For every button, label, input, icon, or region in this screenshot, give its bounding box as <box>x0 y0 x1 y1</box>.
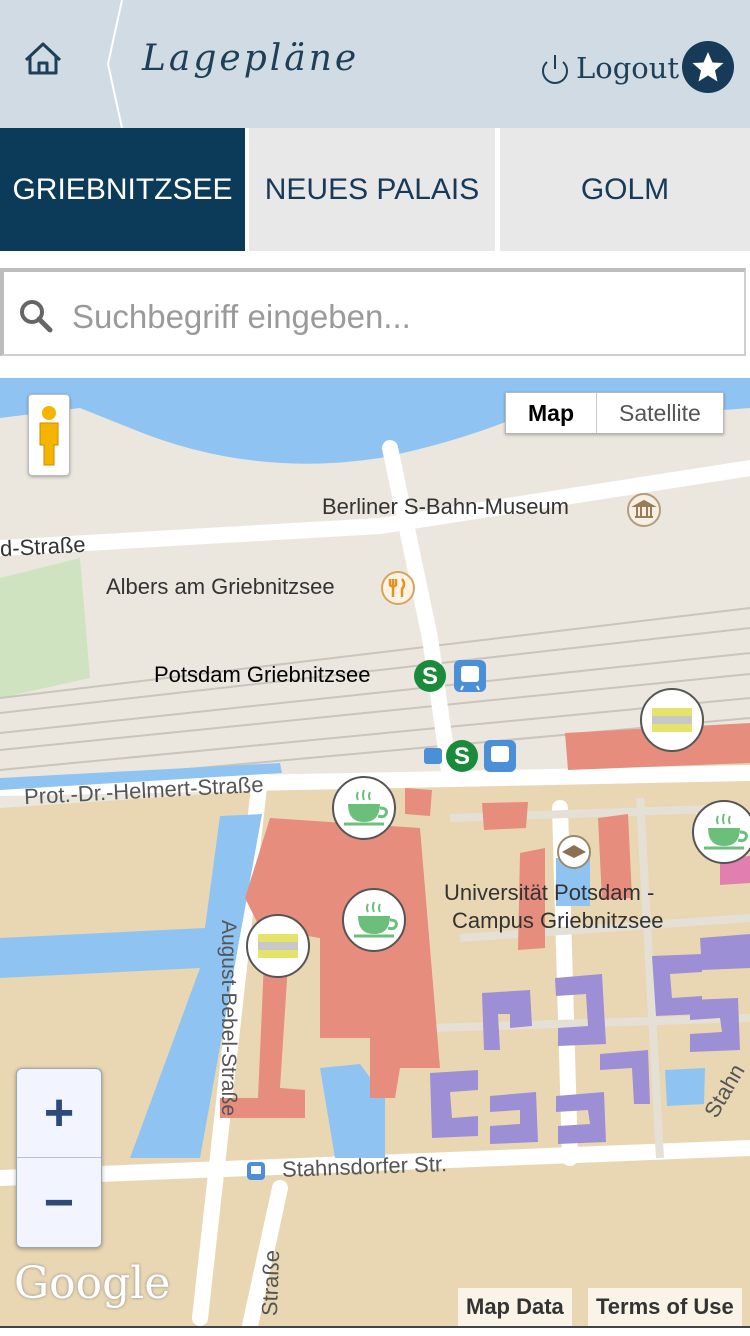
cafeteria-marker[interactable] <box>332 776 396 840</box>
parking-marker[interactable] <box>640 688 704 752</box>
bottom-divider <box>0 1326 750 1336</box>
search-bar <box>0 268 746 356</box>
park-area <box>0 558 90 698</box>
coffee-cup-icon <box>704 813 748 850</box>
campus-building <box>405 788 432 816</box>
logout-label: Logout <box>576 51 680 85</box>
map-data-link[interactable]: Map Data <box>458 1288 572 1326</box>
page-title: Lagepläne <box>142 38 360 79</box>
campus-label-line2: Campus Griebnitzsee <box>452 908 664 933</box>
education-icon[interactable] <box>556 834 592 870</box>
logout-button[interactable]: Logout <box>536 44 679 92</box>
terms-of-use-link[interactable]: Terms of Use <box>588 1288 742 1326</box>
parking-icon <box>258 934 298 958</box>
train-station-icon[interactable]: S <box>412 658 488 694</box>
home-button[interactable] <box>0 0 112 128</box>
home-icon <box>24 42 62 75</box>
museum-label: Berliner S-Bahn-Museum <box>322 494 569 519</box>
street-label: d-Straße <box>0 531 87 562</box>
map-type-switch: Map Satellite <box>505 392 724 434</box>
tab-griebnitzsee[interactable]: GRIEBNITZSEE <box>0 128 245 251</box>
app-header: Lagepläne Logout <box>0 0 750 128</box>
svg-text:S: S <box>454 743 470 770</box>
street-label: August-Bebel-Straße <box>217 919 241 1117</box>
map-type-satellite[interactable]: Satellite <box>597 393 723 433</box>
map-type-map[interactable]: Map <box>506 393 597 433</box>
parking-marker[interactable] <box>246 914 310 978</box>
header-divider <box>106 0 123 128</box>
star-icon <box>692 52 724 82</box>
restaurant-icon[interactable] <box>380 570 416 606</box>
zoom-in-button[interactable]: + <box>17 1069 101 1158</box>
search-icon <box>20 300 53 333</box>
parking-icon <box>652 708 692 732</box>
zoom-control: + − <box>16 1068 102 1248</box>
tab-golm[interactable]: GOLM <box>500 128 750 251</box>
pegman-icon <box>39 406 59 466</box>
street-view-pegman[interactable] <box>28 394 70 476</box>
bus-stop-icon[interactable]: S <box>422 738 518 774</box>
search-input[interactable] <box>70 286 734 348</box>
campus-label-line1: Universität Potsdam - <box>444 880 655 905</box>
tab-neues-palais[interactable]: NEUES PALAIS <box>249 128 495 251</box>
campus-building <box>482 802 528 830</box>
street-label: Straße <box>256 1249 285 1317</box>
campus-tabs: GRIEBNITZSEE NEUES PALAIS GOLM <box>0 128 750 251</box>
svg-text:S: S <box>422 663 438 690</box>
restaurant-label: Albers am Griebnitzsee <box>106 574 335 599</box>
zoom-out-button[interactable]: − <box>17 1159 101 1247</box>
bus-stop-icon[interactable] <box>245 1160 267 1182</box>
pond <box>665 1068 705 1106</box>
cafeteria-marker[interactable] <box>342 888 406 952</box>
station-label: Potsdam Griebnitzsee <box>154 662 371 687</box>
power-icon <box>542 55 568 84</box>
coffee-cup-icon <box>354 901 398 938</box>
map-view[interactable]: Berliner S-Bahn-Museum d-Straße Albers a… <box>0 378 750 1326</box>
coffee-cup-icon <box>344 789 388 826</box>
favorites-button[interactable] <box>682 41 734 93</box>
museum-icon[interactable] <box>626 492 662 528</box>
cafeteria-marker[interactable] <box>692 800 750 864</box>
google-logo: Google <box>14 1258 171 1309</box>
